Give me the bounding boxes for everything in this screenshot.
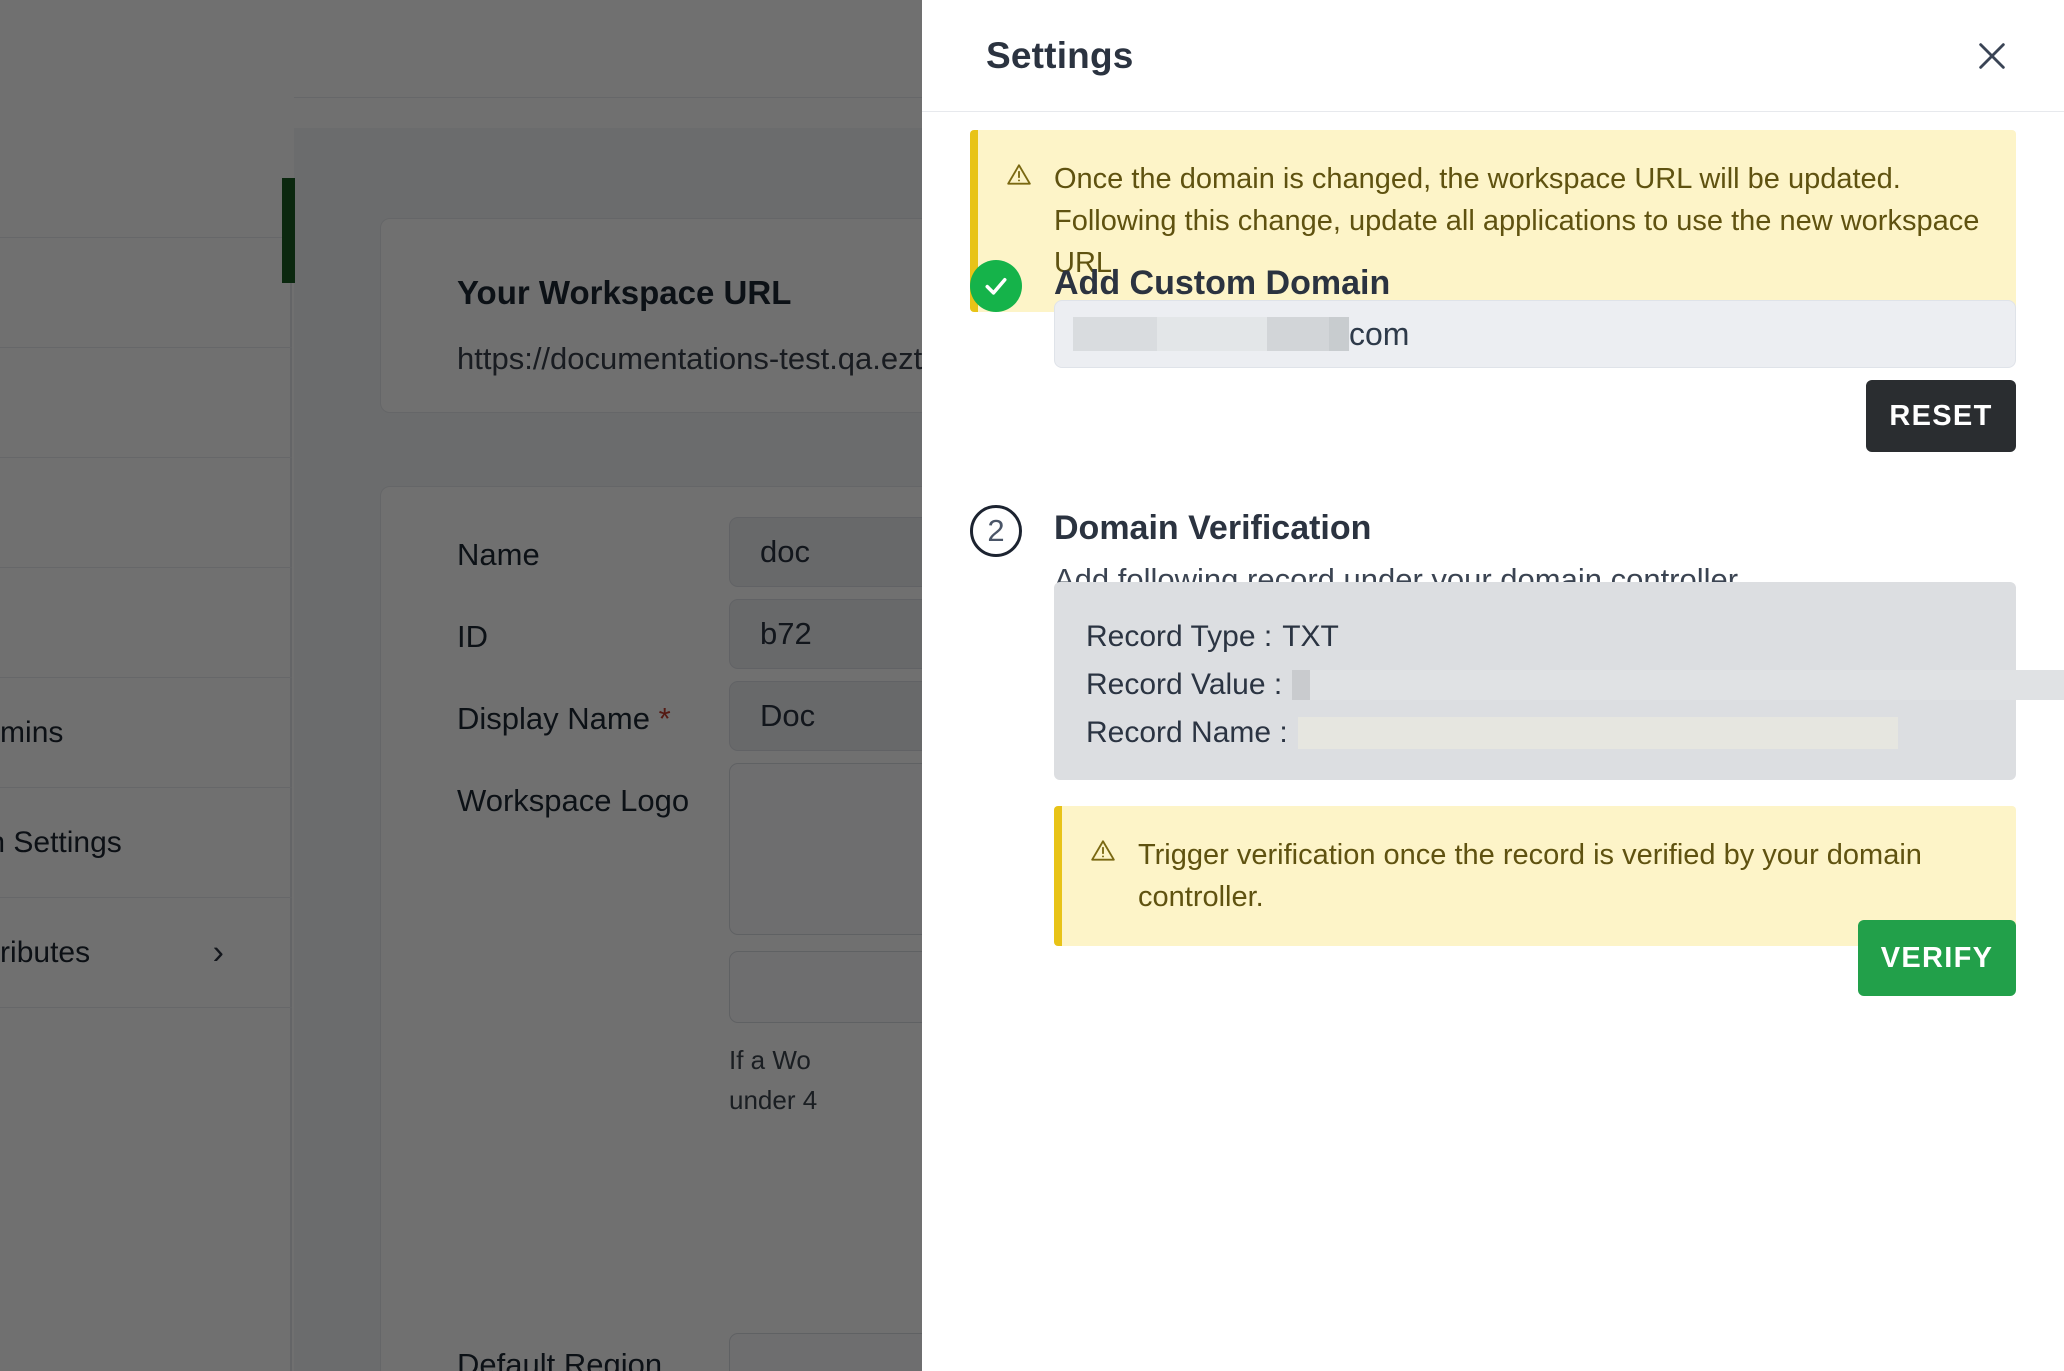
verify-button[interactable]: VERIFY (1858, 920, 2016, 996)
record-value-label: Record Value : (1086, 668, 1283, 701)
custom-domain-input[interactable]: com (1054, 300, 2016, 368)
settings-drawer-body: Once the domain is changed, the workspac… (922, 112, 2064, 1371)
dns-record-box: Record Type : TXT Record Value : Record … (1054, 582, 2064, 780)
record-type-label: Record Type : (1086, 620, 1273, 653)
redacted-block (1157, 317, 1267, 351)
record-type-row: Record Type : TXT (1086, 620, 1339, 654)
close-icon[interactable] (1966, 30, 2018, 82)
redacted-block (1310, 670, 2064, 700)
redacted-block (1292, 670, 1311, 700)
add-custom-domain-title: Add Custom Domain (1054, 264, 1391, 302)
settings-drawer: Settings Once the domain is changed, the… (922, 0, 2064, 1371)
redacted-block (1073, 317, 1157, 351)
domain-verification-title: Domain Verification (1054, 509, 1372, 547)
settings-drawer-header: Settings (922, 0, 2064, 112)
verification-trigger-warning-text: Trigger verification once the record is … (1138, 839, 1922, 914)
step-number-badge: 2 (970, 505, 1022, 557)
check-icon (970, 260, 1022, 312)
record-name-label: Record Name : (1086, 716, 1288, 749)
app-root: tion ng e Admins ation Settings e Attrib… (0, 0, 2064, 1371)
record-type-value: TXT (1282, 620, 1339, 653)
redacted-block (1267, 317, 1329, 351)
warning-triangle-icon (1090, 838, 1116, 869)
page-title: Settings (986, 34, 1134, 76)
redacted-block (1329, 317, 1349, 351)
custom-domain-visible-suffix: com (1349, 315, 1410, 352)
reset-button[interactable]: RESET (1866, 380, 2016, 452)
redacted-block (1297, 717, 1898, 749)
record-name-row: Record Name : (1086, 716, 1898, 750)
record-value-row: Record Value : (1086, 668, 2064, 702)
warning-triangle-icon (1006, 162, 1032, 193)
